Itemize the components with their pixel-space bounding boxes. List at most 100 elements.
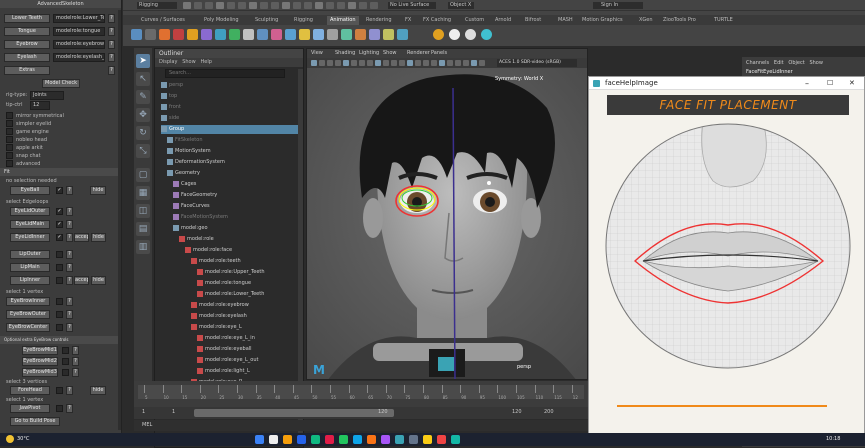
eyelid-button[interactable]: EyeLidOuter	[10, 207, 50, 216]
hide-button[interactable]: hide	[90, 186, 106, 195]
jawpivot-button[interactable]: JawPivot	[10, 404, 50, 413]
shelf-tool-icon[interactable]	[397, 29, 408, 40]
sign-in-button[interactable]: Sign In	[593, 2, 643, 9]
lip-check[interactable]	[56, 251, 63, 258]
outliner-item[interactable]: model:role:tongue	[197, 279, 251, 288]
viewport-tool-icon[interactable]	[367, 60, 373, 66]
taskbar-app-icon[interactable]	[381, 435, 390, 444]
build-pose-button[interactable]: Go to Build Pose	[10, 417, 60, 426]
shelf-tool-icon[interactable]	[369, 29, 380, 40]
face-part-button[interactable]: Eyebrow	[4, 40, 50, 49]
layout-single-icon[interactable]: ▢	[136, 168, 150, 182]
outliner-item[interactable]: top	[161, 92, 177, 101]
shelf-render-icon[interactable]	[433, 29, 444, 40]
face-part-field[interactable]: modelrole:eyebrow	[53, 40, 105, 49]
end-frame-b[interactable]: 120	[512, 409, 522, 415]
viewport-menu-item[interactable]: Renderer	[407, 49, 430, 58]
outliner-item[interactable]: Cages	[173, 180, 196, 189]
outliner-item[interactable]: FaceMotionSystem	[173, 213, 228, 222]
taskbar-app-icon[interactable]	[409, 435, 418, 444]
viewport-tool-icon[interactable]	[439, 60, 445, 66]
viewport-tool-icon[interactable]	[455, 60, 461, 66]
help-button[interactable]: ?	[66, 250, 73, 259]
eyelid-button[interactable]: EyeLidInner	[10, 233, 50, 242]
help-button[interactable]: ?	[108, 27, 115, 36]
shelf-render-icon[interactable]	[449, 29, 460, 40]
status-tool-icon[interactable]	[238, 2, 246, 9]
shelf-tab[interactable]: Custom	[465, 16, 484, 25]
status-tool-icon[interactable]	[260, 2, 268, 9]
eyelid-check[interactable]: ✓	[56, 234, 63, 241]
viewport-tool-icon[interactable]	[431, 60, 437, 66]
outliner-item[interactable]: FaceGeometry	[173, 191, 217, 200]
eyelid-check[interactable]: ✓	[56, 208, 63, 215]
viewport-menu-item[interactable]: Show	[383, 49, 397, 58]
layout-four-icon[interactable]: ▦	[136, 186, 150, 200]
shelf-tool-icon[interactable]	[173, 29, 184, 40]
outliner-item[interactable]: model:role:eyebrow	[191, 301, 249, 310]
live-surface-field[interactable]: No Live Surface	[388, 2, 436, 9]
scale-tool-icon[interactable]: ⤡	[136, 144, 150, 158]
rig-type-select[interactable]: Joints	[30, 91, 64, 100]
help-button[interactable]: ?	[66, 276, 73, 285]
eyebrow-mid-button[interactable]: EyeBrowMid2	[22, 357, 58, 366]
outliner-item[interactable]: model:role:eye_L	[191, 323, 242, 332]
viewport-menu-item[interactable]: Lighting	[359, 49, 379, 58]
viewport-tool-icon[interactable]	[479, 60, 485, 66]
end-frame-c[interactable]: 200	[544, 409, 554, 415]
eyebrow-mid-check[interactable]	[62, 369, 69, 376]
help-button[interactable]: ?	[108, 53, 115, 62]
viewport-tool-icon[interactable]	[359, 60, 365, 66]
layout-outliner-icon[interactable]: ▥	[136, 240, 150, 254]
left-panel-scrollbar[interactable]	[118, 10, 121, 430]
channels-menu[interactable]: Channels	[746, 60, 769, 66]
face-part-button[interactable]: Lower Teeth	[4, 14, 50, 23]
face-part-field[interactable]: modelrole:eyelash_R	[53, 53, 105, 62]
layout-two-icon[interactable]: ◫	[136, 204, 150, 218]
shelf-render-icon[interactable]	[465, 29, 476, 40]
viewport-tool-icon[interactable]	[447, 60, 453, 66]
taskbar-app-icon[interactable]	[423, 435, 432, 444]
status-tool-icon[interactable]	[359, 2, 367, 9]
shelf-tool-icon[interactable]	[355, 29, 366, 40]
eyebrow-button[interactable]: EyeBrowInner	[6, 297, 50, 306]
shelf-tool-icon[interactable]	[229, 29, 240, 40]
minimize-icon[interactable]: –	[805, 77, 809, 90]
viewport-tool-icon[interactable]	[351, 60, 357, 66]
viewport-tool-icon[interactable]	[335, 60, 341, 66]
taskbar-app-icon[interactable]	[353, 435, 362, 444]
viewport-tool-icon[interactable]	[415, 60, 421, 66]
taskbar-app-icon[interactable]	[437, 435, 446, 444]
range-bar[interactable]	[194, 409, 394, 417]
shelf-tab[interactable]: XGen	[639, 16, 653, 25]
end-frame-a[interactable]: 120	[378, 409, 388, 415]
shelf-tool-icon[interactable]	[145, 29, 156, 40]
forehead-button[interactable]: ForeHead	[10, 386, 50, 395]
workspace-select[interactable]: Rigging	[137, 2, 177, 9]
help-button[interactable]: ?	[66, 207, 73, 216]
hide-button[interactable]: hide	[90, 386, 106, 395]
option-checkbox[interactable]	[6, 112, 13, 119]
select-tool-icon[interactable]: ➤	[136, 54, 150, 68]
viewport-tool-icon[interactable]	[383, 60, 389, 66]
fit-section-header[interactable]: Fit	[0, 168, 118, 176]
help-button[interactable]: ?	[66, 404, 73, 413]
face-part-field[interactable]: modelrole:tongue	[53, 27, 105, 36]
lip-button[interactable]: LipInner	[10, 276, 50, 285]
option-checkbox[interactable]	[6, 120, 13, 127]
help-button[interactable]: ?	[66, 310, 73, 319]
shelf-tool-icon[interactable]	[159, 29, 170, 40]
symmetry-field[interactable]: Object X	[448, 2, 474, 9]
status-tool-icon[interactable]	[227, 2, 235, 9]
outliner-menu-help[interactable]: Help	[201, 59, 212, 65]
face-part-field[interactable]: modelrole:Lower_Teeth	[53, 14, 105, 23]
command-line[interactable]: MEL	[134, 420, 588, 431]
taskbar-app-icon[interactable]	[395, 435, 404, 444]
accept-button[interactable]: accept	[74, 276, 89, 285]
outliner-item[interactable]: model:geo	[173, 224, 208, 233]
color-space-field[interactable]: ACES 1.0 SDR-video (sRGB)	[497, 59, 577, 67]
status-tool-icon[interactable]	[348, 2, 356, 9]
show-menu[interactable]: Show	[809, 60, 823, 66]
outliner-item[interactable]: model:role:eyelash	[191, 312, 247, 321]
outliner-item[interactable]: side	[161, 114, 179, 123]
